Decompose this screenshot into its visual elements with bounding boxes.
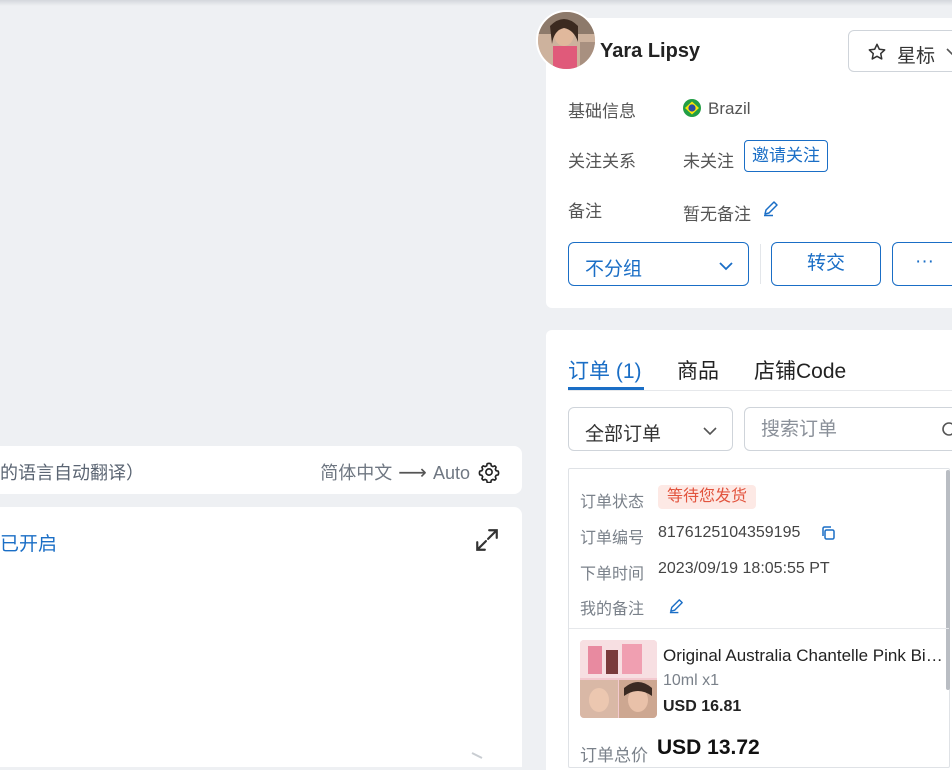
star-button[interactable]: 星标: [848, 30, 952, 72]
order-time-label: 下单时间: [580, 566, 645, 583]
chevron-down-icon: [703, 427, 717, 436]
edit-note-icon[interactable]: [668, 597, 685, 614]
search-icon[interactable]: [941, 421, 952, 439]
tab-store-code[interactable]: 店铺Code: [754, 355, 846, 385]
arrow-right-icon: ⟶: [398, 462, 427, 484]
order-filter-select[interactable]: 全部订单: [568, 407, 733, 451]
expand-icon[interactable]: [474, 527, 500, 553]
star-button-label: 星标: [897, 46, 936, 67]
top-shadow-bar: [0, 0, 952, 6]
edit-remark-icon[interactable]: [762, 199, 780, 217]
send-icon[interactable]: [470, 751, 484, 765]
basic-info-label: 基础信息: [568, 102, 636, 121]
message-editor[interactable]: 已开启: [0, 507, 522, 767]
target-language: Auto: [432, 463, 470, 483]
translation-bar: 的语言自动翻译） 简体中文 ⟶ Auto: [0, 446, 522, 494]
tab-orders[interactable]: 订单 (1): [568, 355, 642, 385]
tab-products[interactable]: 商品: [677, 355, 719, 385]
order-total-label: 订单总价: [580, 746, 648, 765]
chevron-down-icon: [946, 48, 952, 56]
country-value: Brazil: [708, 99, 751, 118]
translation-hint: 的语言自动翻译）: [0, 463, 144, 483]
source-language: 简体中文: [320, 463, 393, 483]
product-spec: 10ml x1: [663, 672, 720, 689]
customer-name: Yara Lipsy: [600, 40, 701, 62]
product-name[interactable]: Original Australia Chantelle Pink Bio...: [663, 646, 948, 666]
more-options-button[interactable]: ···: [892, 242, 952, 286]
brazil-flag-icon: [683, 99, 701, 117]
status-badge: 等待您发货: [658, 485, 757, 509]
order-search-input[interactable]: [759, 416, 933, 444]
gear-icon[interactable]: [478, 461, 500, 483]
remark-value: 暂无备注: [683, 205, 751, 224]
group-select[interactable]: 不分组: [568, 242, 749, 286]
order-time-value: 2023/09/19 18:05:55 PT: [658, 560, 830, 577]
tab-divider: [568, 390, 952, 391]
group-select-value: 不分组: [585, 259, 643, 280]
button-separator: [760, 244, 761, 284]
product-image[interactable]: [580, 640, 657, 718]
translation-language-selector[interactable]: 简体中文 ⟶ Auto: [320, 459, 470, 485]
order-filter-value: 全部订单: [585, 424, 662, 445]
order-divider: [569, 628, 949, 629]
editor-status-text: 已开启: [0, 534, 58, 555]
follow-status-value: 未关注: [683, 152, 734, 171]
active-tab-indicator: [568, 387, 644, 390]
my-note-label: 我的备注: [580, 601, 645, 618]
order-number-value: 8176125104359195: [658, 524, 801, 541]
remark-label: 备注: [568, 202, 602, 221]
product-price: USD 16.81: [663, 698, 742, 715]
order-number-label: 订单编号: [580, 530, 645, 547]
order-search-box[interactable]: [744, 407, 952, 451]
order-total-value: USD 13.72: [657, 736, 760, 759]
avatar: [536, 10, 597, 71]
star-icon: [868, 43, 886, 60]
copy-icon[interactable]: [820, 525, 836, 541]
chat-message-area: [0, 8, 532, 438]
transfer-button[interactable]: 转交: [771, 242, 881, 286]
order-status-label: 订单状态: [580, 494, 645, 511]
follow-relation-label: 关注关系: [568, 152, 636, 171]
chevron-down-icon: [719, 262, 733, 271]
invite-follow-button[interactable]: 邀请关注: [744, 140, 828, 172]
